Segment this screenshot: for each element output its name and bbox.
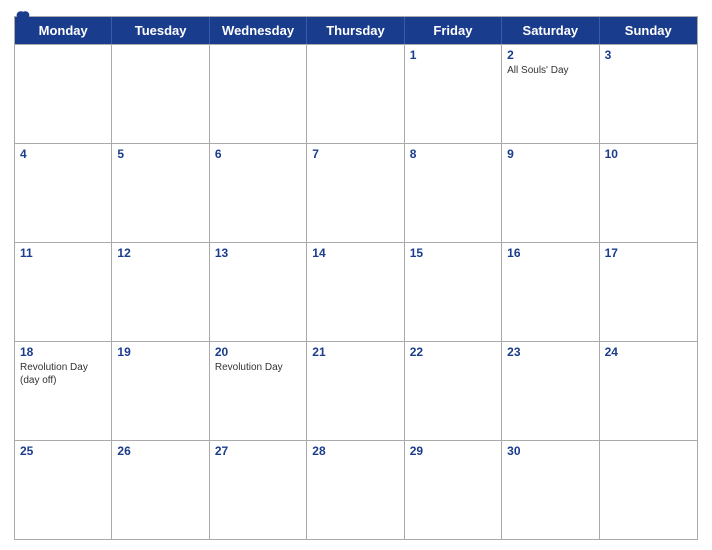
day-cell-24: 24 bbox=[600, 342, 697, 440]
day-cell-16: 16 bbox=[502, 243, 599, 341]
day-number: 29 bbox=[410, 444, 496, 458]
day-cell-empty-0 bbox=[15, 45, 112, 143]
day-cell-22: 22 bbox=[405, 342, 502, 440]
day-number: 2 bbox=[507, 48, 593, 62]
day-number: 12 bbox=[117, 246, 203, 260]
day-number: 27 bbox=[215, 444, 301, 458]
week-row-5: 25 26 27 28 29 30 bbox=[15, 440, 697, 539]
day-number: 23 bbox=[507, 345, 593, 359]
day-number: 7 bbox=[312, 147, 398, 161]
day-header-friday: Friday bbox=[405, 17, 502, 44]
day-number: 19 bbox=[117, 345, 203, 359]
day-number: 13 bbox=[215, 246, 301, 260]
day-cell-25: 25 bbox=[15, 441, 112, 539]
day-number: 9 bbox=[507, 147, 593, 161]
day-number: 25 bbox=[20, 444, 106, 458]
day-number: 18 bbox=[20, 345, 106, 359]
day-header-tuesday: Tuesday bbox=[112, 17, 209, 44]
day-cell-14: 14 bbox=[307, 243, 404, 341]
event-text: Revolution Day bbox=[215, 361, 301, 374]
week-row-4: 18 Revolution Day (day off) 19 20 Revolution… bbox=[15, 341, 697, 440]
calendar-grid: MondayTuesdayWednesdayThursdayFridaySatu… bbox=[14, 16, 698, 540]
day-cell-30: 30 bbox=[502, 441, 599, 539]
day-number: 8 bbox=[410, 147, 496, 161]
calendar-container: MondayTuesdayWednesdayThursdayFridaySatu… bbox=[0, 0, 712, 550]
day-cell-1: 1 bbox=[405, 45, 502, 143]
day-cell-19: 19 bbox=[112, 342, 209, 440]
day-number: 11 bbox=[20, 246, 106, 260]
day-cell-7: 7 bbox=[307, 144, 404, 242]
day-number: 16 bbox=[507, 246, 593, 260]
logo bbox=[14, 10, 34, 26]
day-cell-3: 3 bbox=[600, 45, 697, 143]
day-number: 28 bbox=[312, 444, 398, 458]
day-cell-empty-3 bbox=[307, 45, 404, 143]
day-header-sunday: Sunday bbox=[600, 17, 697, 44]
day-cell-29: 29 bbox=[405, 441, 502, 539]
day-number: 24 bbox=[605, 345, 692, 359]
day-cell-20: 20 Revolution Day bbox=[210, 342, 307, 440]
day-cell-23: 23 bbox=[502, 342, 599, 440]
day-cell-12: 12 bbox=[112, 243, 209, 341]
day-cell-28: 28 bbox=[307, 441, 404, 539]
day-header-saturday: Saturday bbox=[502, 17, 599, 44]
day-number: 4 bbox=[20, 147, 106, 161]
day-cell-13: 13 bbox=[210, 243, 307, 341]
event-text: Revolution Day (day off) bbox=[20, 361, 106, 387]
day-number: 26 bbox=[117, 444, 203, 458]
day-number: 17 bbox=[605, 246, 692, 260]
day-number: 20 bbox=[215, 345, 301, 359]
event-text: All Souls' Day bbox=[507, 64, 593, 77]
day-cell-17: 17 bbox=[600, 243, 697, 341]
day-cell-8: 8 bbox=[405, 144, 502, 242]
day-number: 15 bbox=[410, 246, 496, 260]
weeks-container: 12All Souls' Day345678910111213141516171… bbox=[15, 44, 697, 539]
day-cell-26: 26 bbox=[112, 441, 209, 539]
day-cell-27: 27 bbox=[210, 441, 307, 539]
day-number: 10 bbox=[605, 147, 692, 161]
day-cell-11: 11 bbox=[15, 243, 112, 341]
day-number: 6 bbox=[215, 147, 301, 161]
day-number: 30 bbox=[507, 444, 593, 458]
logo-blue-text bbox=[14, 10, 34, 26]
day-cell-2: 2 All Souls' Day bbox=[502, 45, 599, 143]
day-header-wednesday: Wednesday bbox=[210, 17, 307, 44]
day-number: 3 bbox=[605, 48, 692, 62]
day-number: 5 bbox=[117, 147, 203, 161]
day-cell-empty-6 bbox=[600, 441, 697, 539]
day-cell-empty-2 bbox=[210, 45, 307, 143]
day-number: 1 bbox=[410, 48, 496, 62]
day-cell-9: 9 bbox=[502, 144, 599, 242]
day-number: 14 bbox=[312, 246, 398, 260]
day-cell-21: 21 bbox=[307, 342, 404, 440]
week-row-1: 12 All Souls' Day 3 bbox=[15, 44, 697, 143]
day-cell-5: 5 bbox=[112, 144, 209, 242]
day-headers-row: MondayTuesdayWednesdayThursdayFridaySatu… bbox=[15, 17, 697, 44]
week-row-2: 456789 10 bbox=[15, 143, 697, 242]
day-cell-empty-1 bbox=[112, 45, 209, 143]
day-header-thursday: Thursday bbox=[307, 17, 404, 44]
week-row-3: 11 12 13 14 15 16 17 bbox=[15, 242, 697, 341]
day-cell-10: 10 bbox=[600, 144, 697, 242]
logo-bird-icon bbox=[14, 10, 32, 26]
day-cell-4: 4 bbox=[15, 144, 112, 242]
day-cell-6: 6 bbox=[210, 144, 307, 242]
day-number: 22 bbox=[410, 345, 496, 359]
day-cell-18: 18 Revolution Day (day off) bbox=[15, 342, 112, 440]
day-number: 21 bbox=[312, 345, 398, 359]
day-cell-15: 15 bbox=[405, 243, 502, 341]
